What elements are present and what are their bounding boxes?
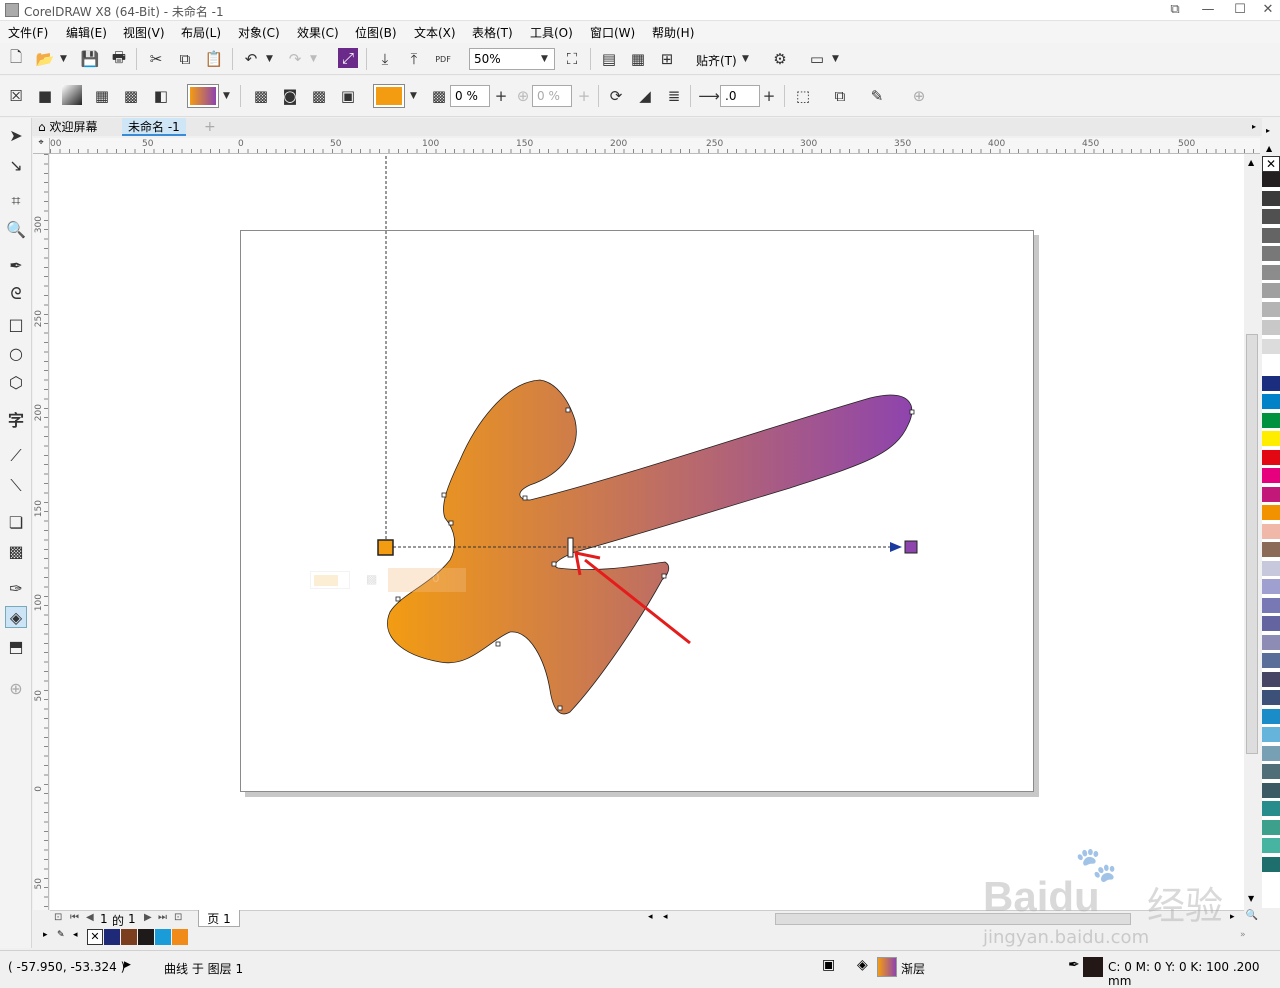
floating-color-picker[interactable] bbox=[310, 571, 350, 589]
artwork-overlay bbox=[377, 156, 918, 715]
palette-swatch[interactable] bbox=[1262, 616, 1280, 632]
outline-color-swatch[interactable] bbox=[1083, 957, 1103, 977]
add-page-before-icon[interactable]: ⊡ bbox=[54, 912, 62, 923]
palette-swatch[interactable] bbox=[1262, 172, 1280, 188]
palette-swatch[interactable] bbox=[1262, 523, 1280, 540]
scroll-left-icon[interactable]: ◂ bbox=[663, 912, 668, 922]
palette-swatch[interactable] bbox=[1262, 357, 1280, 373]
fill-bucket-icon[interactable]: ◈ bbox=[857, 957, 868, 973]
palette-swatch[interactable] bbox=[1262, 209, 1280, 225]
watermark-cn: 经验 bbox=[1147, 884, 1224, 928]
cursor-coordinates: ( -57.950, -53.324 ) bbox=[8, 960, 126, 974]
palette-swatch[interactable] bbox=[1262, 653, 1280, 669]
palette-scroll-icon[interactable]: ▲ bbox=[1266, 144, 1272, 153]
vertical-scroll-thumb[interactable] bbox=[1246, 334, 1258, 754]
palette-swatch[interactable] bbox=[1262, 801, 1280, 817]
palette-swatch[interactable] bbox=[1262, 338, 1280, 355]
no-color-swatch-icon[interactable]: ✕ bbox=[1262, 156, 1280, 172]
palette-swatch[interactable] bbox=[1262, 579, 1280, 595]
total-pages: 1 bbox=[128, 912, 136, 926]
document-palette-swatch[interactable] bbox=[155, 929, 171, 945]
palette-swatch[interactable] bbox=[1262, 412, 1280, 429]
floating-position-input[interactable]: 0 bbox=[388, 568, 466, 592]
nav-scroll-left-icon[interactable]: ◂ bbox=[648, 912, 653, 922]
page-tab[interactable]: 页 1 bbox=[198, 910, 240, 927]
palette-swatch[interactable] bbox=[1262, 227, 1280, 244]
docpal-eyedropper-icon[interactable]: ✎ bbox=[57, 930, 65, 940]
palette-swatch[interactable] bbox=[1262, 320, 1280, 336]
vertical-scrollbar[interactable]: ▲ ▼ bbox=[1244, 154, 1260, 910]
floating-node-editor[interactable]: ▩ 0 bbox=[308, 568, 468, 592]
palette-swatch[interactable] bbox=[1262, 375, 1280, 392]
floating-color-swatch bbox=[314, 575, 338, 586]
palette-swatch[interactable] bbox=[1262, 671, 1280, 688]
page-tab-label: 页 1 bbox=[207, 912, 231, 926]
palette-swatch[interactable] bbox=[1262, 468, 1280, 484]
add-page-after-icon[interactable]: ⊡ bbox=[174, 912, 182, 923]
current-page-number: 1 bbox=[100, 912, 108, 926]
palette-scroll-up-icon[interactable]: ▸ bbox=[1266, 126, 1270, 135]
palette-swatch[interactable] bbox=[1262, 283, 1280, 299]
docpal-scroll-left-icon[interactable]: ◂ bbox=[73, 930, 78, 940]
docpal-menu-icon[interactable]: ▸ bbox=[43, 930, 48, 940]
palette-swatch[interactable] bbox=[1262, 634, 1280, 651]
palette-swatch[interactable] bbox=[1262, 264, 1280, 281]
baidu-watermark: Baidu 🐾 经验 jingyan.baidu.com bbox=[975, 845, 1265, 955]
document-palette-swatch[interactable] bbox=[172, 929, 188, 945]
palette-swatch[interactable] bbox=[1262, 560, 1280, 577]
palette-swatch[interactable] bbox=[1262, 745, 1280, 762]
object-info: 曲线 于 图层 1 bbox=[164, 962, 244, 976]
palette-swatch[interactable] bbox=[1262, 708, 1280, 725]
palette-controls: ▸ ▲ ✕ bbox=[1262, 122, 1280, 172]
docpal-no-color-icon[interactable]: ✕ bbox=[87, 929, 103, 945]
palette-swatch[interactable] bbox=[1262, 505, 1280, 521]
outline-pen-icon[interactable]: ✒ bbox=[1068, 957, 1080, 973]
outline-info: C: 0 M: 0 Y: 0 K: 100 .200 mm bbox=[1108, 960, 1260, 988]
palette-swatch[interactable] bbox=[1262, 431, 1280, 447]
palette-swatch[interactable] bbox=[1262, 301, 1280, 318]
palette-swatch[interactable] bbox=[1262, 597, 1280, 614]
gradient-end-node[interactable] bbox=[904, 540, 918, 554]
document-palette-swatch[interactable] bbox=[104, 929, 120, 945]
palette-swatch[interactable] bbox=[1262, 449, 1280, 466]
color-proof-icon[interactable]: ▣ bbox=[822, 957, 835, 973]
palette-swatch[interactable] bbox=[1262, 782, 1280, 799]
document-palette-swatch[interactable] bbox=[138, 929, 154, 945]
status-expand-icon[interactable]: ▶ bbox=[124, 960, 131, 970]
watermark-paw-icon: 🐾 bbox=[1075, 845, 1118, 885]
next-page-icon[interactable]: ▶ bbox=[144, 912, 152, 923]
gradient-start-node[interactable] bbox=[377, 539, 394, 556]
last-page-icon[interactable]: ⏭ bbox=[158, 912, 167, 923]
page-of-label: 的 bbox=[112, 914, 125, 928]
color-palette bbox=[1262, 172, 1280, 908]
scroll-up-icon[interactable]: ▲ bbox=[1248, 158, 1254, 167]
palette-swatch[interactable] bbox=[1262, 394, 1280, 410]
gradient-midpoint-slider[interactable] bbox=[567, 537, 574, 558]
palette-swatch[interactable] bbox=[1262, 764, 1280, 780]
palette-swatch[interactable] bbox=[1262, 246, 1280, 262]
palette-swatch[interactable] bbox=[1262, 486, 1280, 503]
status-fill-swatch[interactable] bbox=[877, 957, 897, 977]
gradient-arrowhead bbox=[890, 542, 902, 552]
prev-page-icon[interactable]: ◀ bbox=[86, 912, 94, 923]
watermark-url: jingyan.baidu.com bbox=[983, 927, 1150, 948]
floating-position-value: 0 bbox=[432, 571, 440, 585]
fill-type-label: 渐层 bbox=[901, 962, 926, 976]
page-navigator: ⊡ ⏮ ◀ 1 的 1 ▶ ⏭ ⊡ 页 1 ◂ bbox=[50, 910, 660, 928]
palette-swatch[interactable] bbox=[1262, 190, 1280, 207]
first-page-icon[interactable]: ⏮ bbox=[70, 912, 79, 923]
palette-swatch[interactable] bbox=[1262, 690, 1280, 706]
palette-swatch[interactable] bbox=[1262, 542, 1280, 558]
floating-transparency-icon: ▩ bbox=[366, 572, 378, 586]
document-palette-swatch[interactable] bbox=[121, 929, 137, 945]
palette-swatch[interactable] bbox=[1262, 727, 1280, 743]
palette-swatch[interactable] bbox=[1262, 819, 1280, 836]
